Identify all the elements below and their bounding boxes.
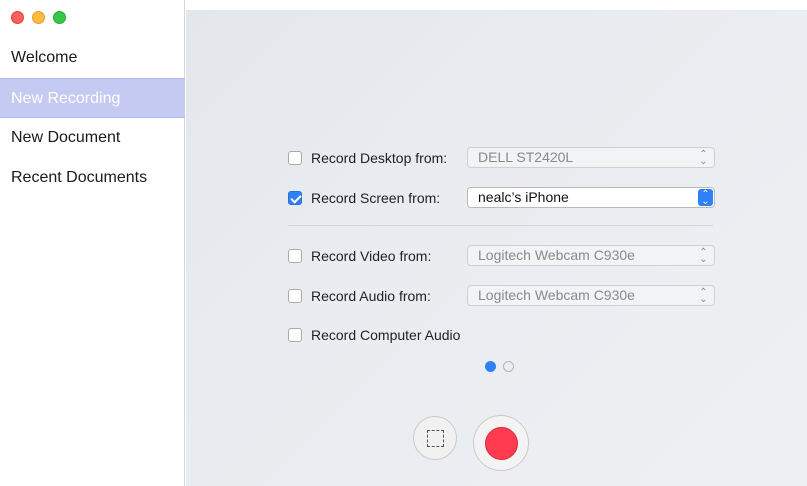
window-controls	[11, 11, 66, 24]
sidebar-item-recent-documents[interactable]: Recent Documents	[0, 158, 185, 198]
close-window-button[interactable]	[11, 11, 24, 24]
record-video-checkbox[interactable]	[288, 249, 302, 263]
record-audio-value: Logitech Webcam C930e	[478, 287, 635, 303]
section-divider	[288, 225, 713, 226]
record-desktop-checkbox[interactable]	[288, 151, 302, 165]
record-video-value: Logitech Webcam C930e	[478, 247, 635, 263]
record-desktop-label: Record Desktop from:	[311, 150, 448, 166]
record-video-label: Record Video from:	[311, 248, 432, 264]
minimize-window-button[interactable]	[32, 11, 45, 24]
record-audio-row: Record Audio from:	[288, 286, 468, 306]
record-computer-audio-checkbox[interactable]	[288, 328, 302, 342]
sidebar: Welcome New Recording New Document Recen…	[0, 0, 185, 486]
record-video-row: Record Video from:	[288, 246, 468, 266]
sidebar-nav: Welcome New Recording New Document Recen…	[0, 38, 185, 198]
record-computer-audio-label: Record Computer Audio	[311, 327, 461, 343]
record-audio-select[interactable]: Logitech Webcam C930e ⌃ ⌄	[467, 285, 715, 306]
record-computer-audio-row: Record Computer Audio	[288, 325, 468, 345]
sidebar-item-new-recording[interactable]: New Recording	[0, 78, 185, 118]
recording-panel: Record Desktop from: DELL ST2420L ⌃ ⌄ Rec…	[186, 10, 807, 486]
area-selection-icon	[426, 429, 444, 447]
chevron-updown-icon: ⌃ ⌄	[699, 246, 708, 265]
page-dot-2[interactable]	[503, 361, 514, 372]
record-video-select[interactable]: Logitech Webcam C930e ⌃ ⌄	[467, 245, 715, 266]
chevron-updown-icon: ⌃ ⌄	[699, 148, 708, 167]
app-window: Welcome New Recording New Document Recen…	[0, 0, 807, 486]
record-screen-row: Record Screen from:	[288, 188, 468, 208]
maximize-window-button[interactable]	[53, 11, 66, 24]
chevron-updown-icon: ⌃ ⌄	[699, 286, 708, 305]
sidebar-item-welcome[interactable]: Welcome	[0, 38, 185, 78]
record-screen-select[interactable]: nealc’s iPhone ⌃ ⌄	[467, 187, 715, 208]
record-screen-label: Record Screen from:	[311, 190, 441, 206]
area-selection-button[interactable]	[413, 416, 457, 460]
record-screen-checkbox[interactable]	[288, 191, 302, 205]
record-icon	[484, 426, 518, 460]
record-desktop-value: DELL ST2420L	[478, 149, 574, 165]
chevron-updown-icon: ⌃ ⌄	[698, 189, 713, 206]
sidebar-item-new-document[interactable]: New Document	[0, 118, 185, 158]
page-dot-1[interactable]	[485, 361, 496, 372]
page-indicator	[485, 361, 514, 372]
record-screen-value: nealc’s iPhone	[478, 189, 569, 205]
record-desktop-row: Record Desktop from:	[288, 148, 468, 168]
record-audio-label: Record Audio from:	[311, 288, 431, 304]
record-audio-checkbox[interactable]	[288, 289, 302, 303]
record-desktop-select[interactable]: DELL ST2420L ⌃ ⌄	[467, 147, 715, 168]
record-button[interactable]	[473, 415, 529, 471]
